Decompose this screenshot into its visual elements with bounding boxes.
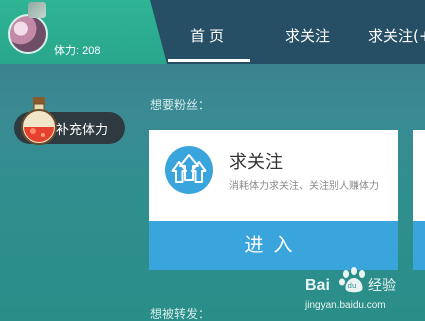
watermark-url: jingyan.baidu.com: [305, 300, 386, 311]
card-title: 求关注: [229, 152, 283, 173]
tab-seek-follow[interactable]: 求关注: [285, 25, 330, 46]
tab-seek-follow-plus[interactable]: 求关注(+: [368, 25, 425, 46]
refill-stamina-label: 补充体力: [56, 123, 109, 138]
section-title-fans: 想要粉丝：: [150, 98, 211, 112]
enter-button[interactable]: 进入: [149, 221, 398, 270]
watermark-logo-text-2: 经验: [368, 278, 396, 294]
potion-icon: [21, 97, 57, 145]
section-title-repost: 想被转发：: [150, 307, 211, 321]
svg-text:du: du: [348, 282, 357, 290]
upload-arrows-icon: [165, 146, 213, 194]
card-description: 消耗体力求关注、关注别人赚体力: [229, 181, 379, 192]
stamina-count: 体力: 208: [54, 45, 101, 57]
next-card-button-partial[interactable]: [413, 221, 425, 270]
username-blurred: [28, 2, 46, 18]
watermark-logo-text: Bai: [305, 277, 330, 294]
baidu-paw-icon: du: [339, 267, 365, 293]
active-tab-indicator: [168, 59, 250, 62]
avatar[interactable]: [8, 14, 48, 54]
tab-home[interactable]: 首页: [190, 25, 228, 46]
